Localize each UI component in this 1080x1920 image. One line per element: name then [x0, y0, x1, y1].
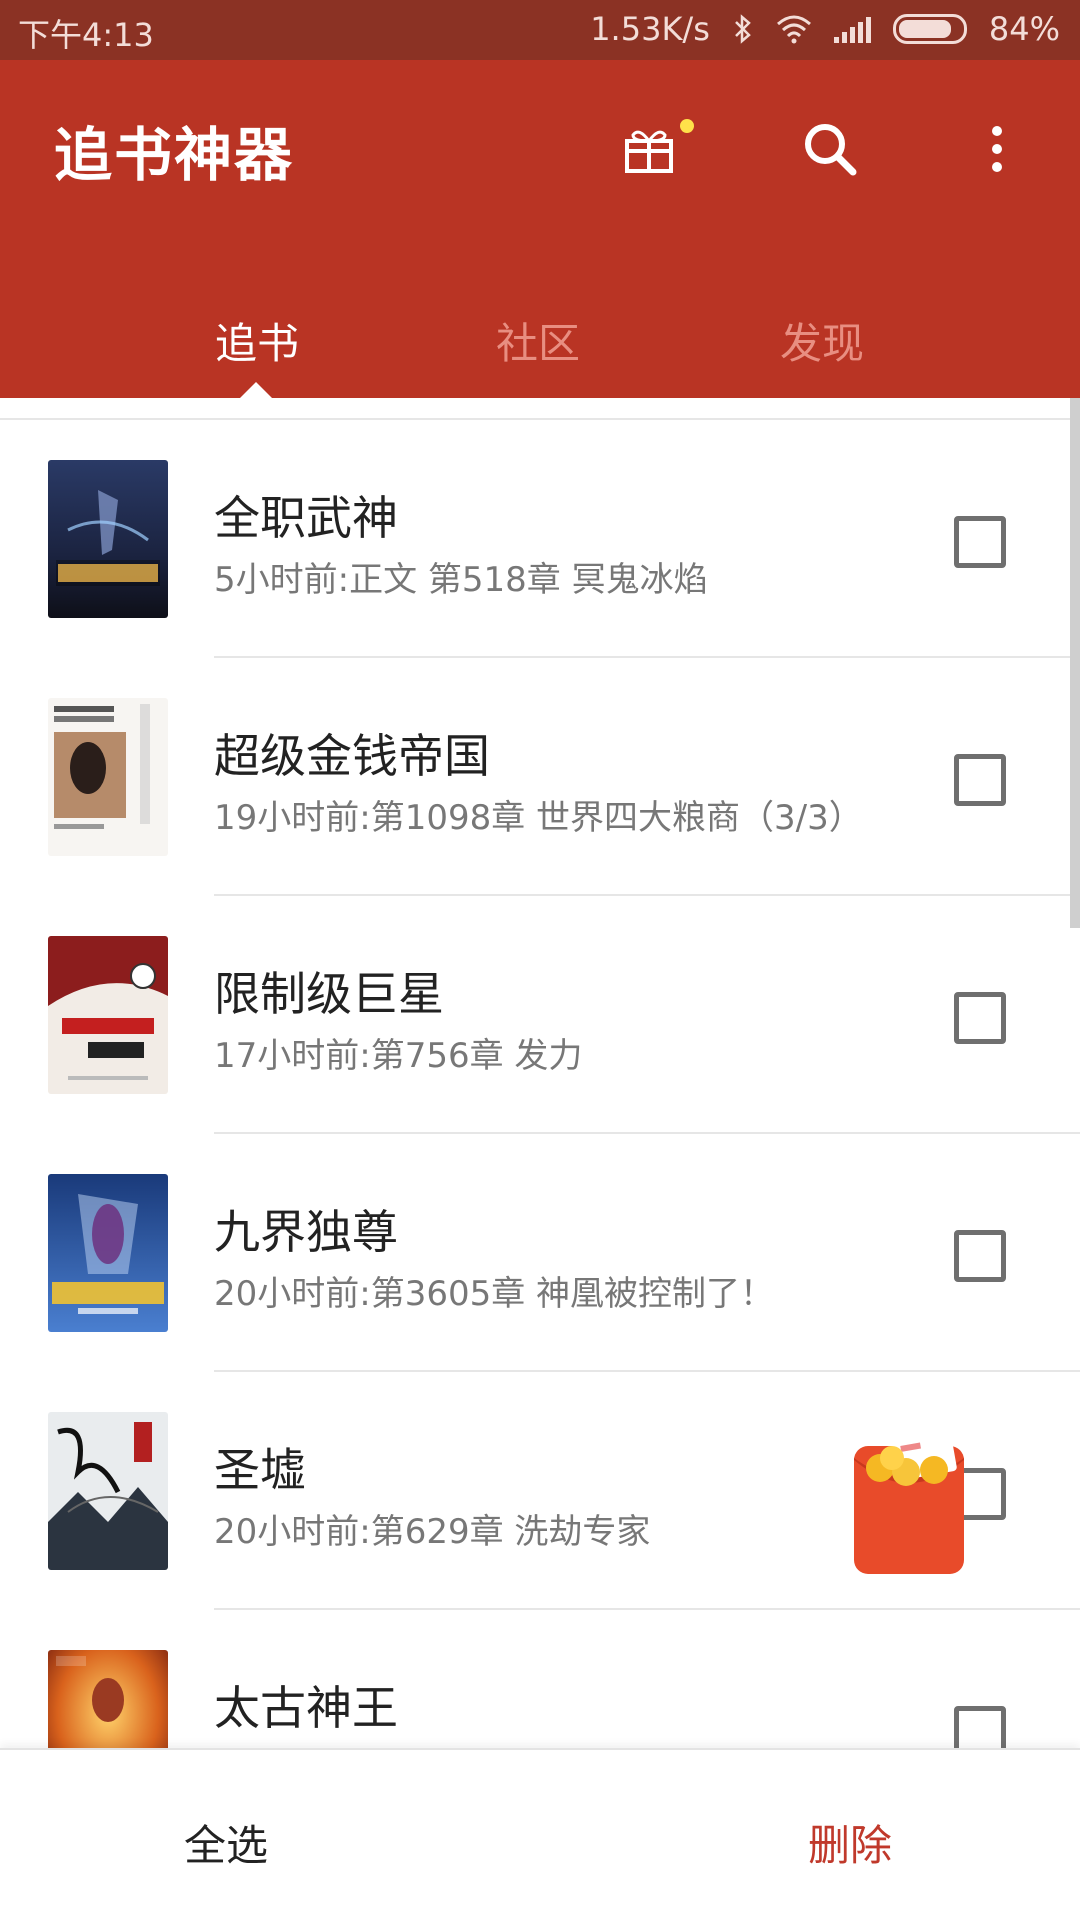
status-indicators: 1.53K/s 84% [590, 10, 1060, 48]
book-cover [48, 936, 168, 1094]
book-row[interactable]: 限制级巨星 17小时前:第756章 发力 [0, 896, 1080, 1134]
bottom-action-bar: 全选 删除 [0, 1748, 1080, 1920]
battery-level: 84% [988, 10, 1060, 48]
signal-icon [833, 15, 871, 43]
book-title: 太古神王 [214, 1681, 398, 1735]
status-time: 下午4:13 [18, 16, 154, 54]
tab-community[interactable]: 社区 [418, 310, 658, 371]
book-title: 超级金钱帝国 [214, 729, 490, 783]
book-cover [48, 1174, 168, 1332]
delete-button[interactable]: 删除 [808, 1812, 892, 1873]
book-checkbox[interactable] [954, 1706, 1006, 1748]
book-title: 九界独尊 [214, 1205, 398, 1259]
book-row[interactable]: 超级金钱帝国 19小时前:第1098章 世界四大粮商（3/3） [0, 658, 1080, 896]
book-title: 限制级巨星 [214, 967, 444, 1021]
book-cover [48, 698, 168, 856]
book-checkbox[interactable] [954, 754, 1006, 806]
book-title: 圣墟 [214, 1443, 306, 1497]
scrollbar[interactable] [1070, 398, 1080, 928]
book-checkbox[interactable] [954, 1230, 1006, 1282]
book-cover [48, 460, 168, 618]
wifi-icon [776, 15, 811, 44]
select-all-button[interactable]: 全选 [184, 1812, 268, 1873]
book-title: 全职武神 [214, 491, 398, 545]
network-speed: 1.53K/s [590, 10, 710, 48]
status-bar: 下午4:13 1.53K/s 84% [0, 0, 1080, 60]
tab-bar: 追书 社区 发现 [0, 310, 1080, 398]
book-update: 20小时前:第629章 洗劫专家 [214, 1512, 651, 1552]
book-update: 20小时前:第3605章 神凰被控制了！ [214, 1274, 775, 1314]
book-cover [48, 1650, 168, 1748]
book-cover [48, 1412, 168, 1570]
book-row[interactable]: 全职武神 5小时前:正文 第518章 冥鬼冰焰 [0, 420, 1080, 658]
book-row[interactable]: 太古神王 [0, 1610, 1080, 1748]
book-checkbox[interactable] [954, 992, 1006, 1044]
book-row[interactable]: 九界独尊 20小时前:第3605章 神凰被控制了！ [0, 1134, 1080, 1372]
more-vert-icon[interactable] [962, 114, 1032, 184]
book-update: 5小时前:正文 第518章 冥鬼冰焰 [214, 560, 708, 600]
gift-icon[interactable] [614, 114, 684, 184]
active-tab-indicator [240, 382, 272, 398]
app-bar: 追书神器 追书 社区 发现 [0, 60, 1080, 398]
tab-follow-books[interactable]: 追书 [137, 310, 377, 371]
red-packet-icon[interactable] [850, 1427, 968, 1578]
tab-discover[interactable]: 发现 [702, 310, 942, 371]
notification-dot [680, 119, 694, 133]
bluetooth-icon [734, 14, 751, 44]
app-logo: 追书神器 [54, 121, 295, 189]
battery-icon [892, 14, 967, 44]
book-update: 19小时前:第1098章 世界四大粮商（3/3） [214, 798, 863, 838]
search-icon[interactable] [795, 114, 865, 184]
book-checkbox[interactable] [954, 516, 1006, 568]
book-update: 17小时前:第756章 发力 [214, 1036, 583, 1076]
